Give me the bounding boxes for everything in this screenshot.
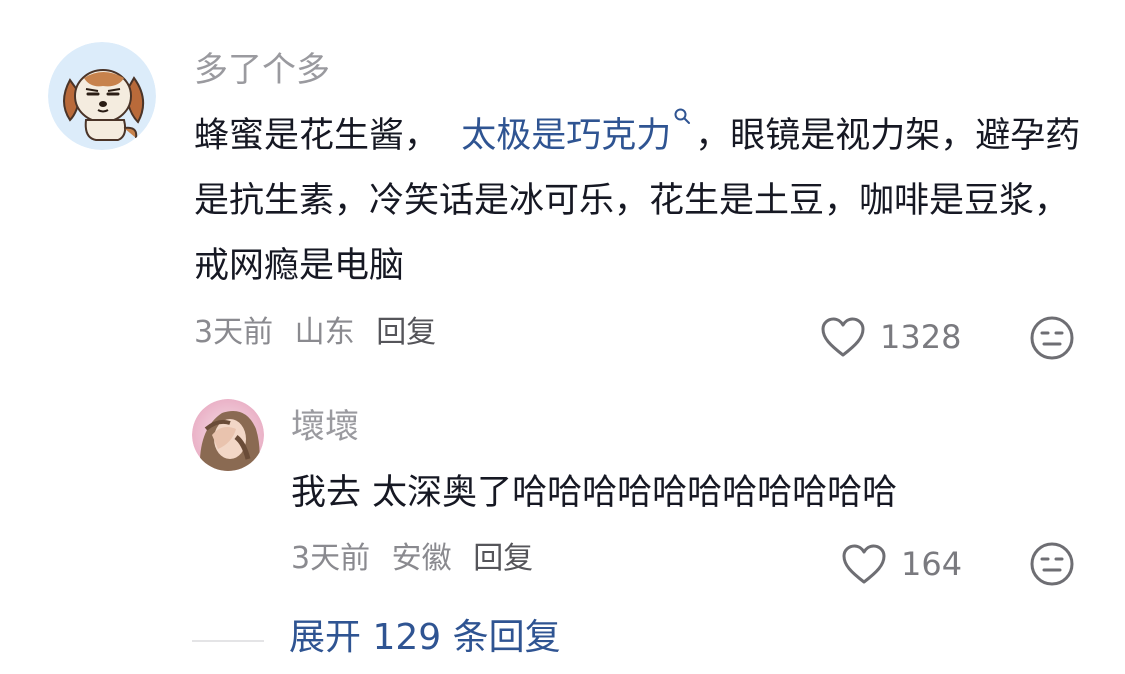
reply-avatar[interactable]: [192, 399, 264, 471]
comment-time: 3天前: [194, 315, 274, 350]
meh-face-icon: [1030, 542, 1074, 586]
reply-button[interactable]: 回复: [376, 315, 436, 350]
reply-dislike-button[interactable]: [1029, 541, 1075, 587]
reply-time: 3天前: [291, 541, 371, 576]
heart-icon: [842, 544, 886, 584]
avatar[interactable]: [48, 42, 156, 150]
search-link[interactable]: 太极是巧克力: [461, 108, 695, 156]
comment-text: 蜂蜜是花生酱， 太极是巧克力 ，眼镜是视力架，避孕药是抗生素，冷笑话是冰可乐，花生…: [194, 104, 1084, 299]
reply-text: 我去 太深奥了哈哈哈哈哈哈哈哈哈哈哈: [291, 473, 898, 513]
girl-photo-avatar-icon: [192, 399, 264, 471]
heart-icon: [821, 317, 865, 357]
dislike-button[interactable]: [1029, 315, 1075, 361]
like-button[interactable]: 1328: [820, 316, 961, 358]
reply-like-button[interactable]: 164: [841, 543, 962, 585]
beagle-dog-avatar-icon: [48, 42, 156, 150]
divider: [192, 640, 264, 642]
search-link-label: 太极是巧克力: [461, 116, 672, 156]
reply-username[interactable]: 壞壞: [291, 410, 359, 444]
meh-face-icon: [1030, 316, 1074, 360]
reply-reply-button[interactable]: 回复: [473, 541, 533, 576]
comment-meta: 3天前 山东 回复: [194, 318, 448, 348]
reply-like-count: 164: [901, 545, 963, 583]
expand-replies-button[interactable]: 展开 129 条回复: [289, 620, 561, 656]
comment-username[interactable]: 多了个多: [194, 53, 330, 87]
like-count: 1328: [880, 318, 962, 356]
reply-location: 安徽: [391, 541, 452, 576]
comment-location: 山东: [294, 315, 355, 350]
reply-meta: 3天前 安徽 回复: [291, 544, 545, 574]
comment-text-before-link: 蜂蜜是花生酱，: [194, 116, 440, 156]
search-icon: [673, 107, 691, 125]
